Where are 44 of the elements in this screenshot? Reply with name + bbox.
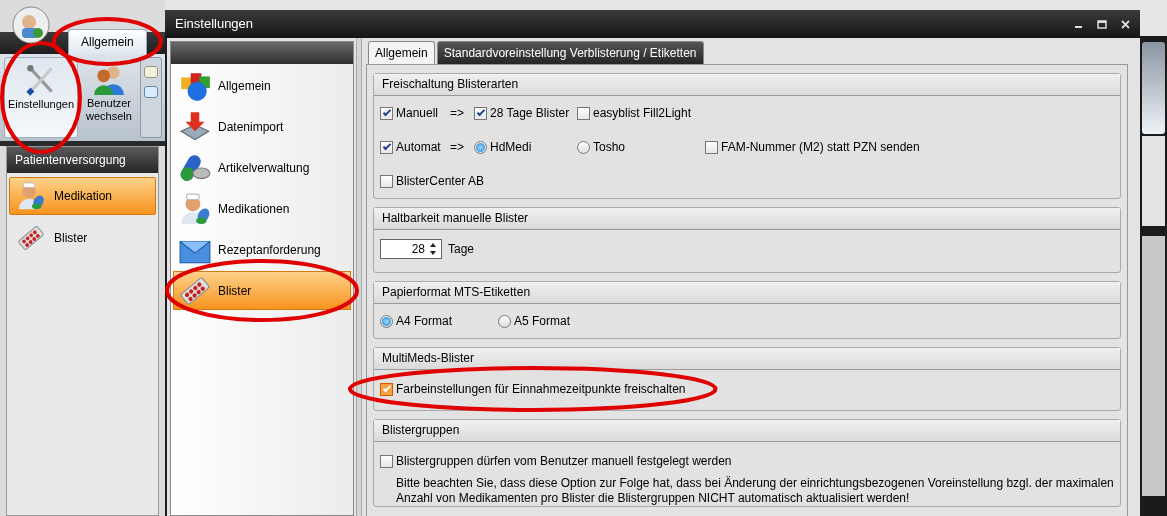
radio-button[interactable]: HdMedi xyxy=(474,138,532,156)
sidebar-item[interactable]: Blister xyxy=(9,219,156,257)
settings-nav-item[interactable]: Datenimport xyxy=(173,107,351,146)
app-logo-icon[interactable] xyxy=(12,6,50,44)
number-field[interactable]: 28 xyxy=(380,239,442,259)
settings-nav-item[interactable]: Blister xyxy=(173,271,351,310)
panel-title: Patientenversorgung xyxy=(7,147,158,173)
close-icon[interactable] xyxy=(1121,19,1130,29)
checkbox[interactable]: Manuell xyxy=(380,104,439,122)
checkbox[interactable]: BlisterCenter AB xyxy=(380,172,485,190)
tab[interactable]: Allgemein xyxy=(368,41,435,64)
group-title: Papierformat MTS-Etiketten xyxy=(374,282,1120,304)
group-title: MultiMeds-Blister xyxy=(374,348,1120,370)
checkbox[interactable]: 28 Tage Blister xyxy=(474,104,570,122)
ribbon-tab[interactable]: Allgemein xyxy=(68,29,147,54)
group-title: Blistergruppen xyxy=(374,420,1120,442)
ribbon-button[interactable]: Benutzer wechseln xyxy=(81,57,137,138)
checkbox[interactable]: Farbeinstellungen für Einnahmezeitpunkte freischalten xyxy=(380,380,686,398)
radio-button[interactable]: A4 Format xyxy=(380,312,452,330)
option-label: Tage xyxy=(448,241,475,258)
option-label: => xyxy=(450,105,464,122)
note-text: Bitte beachten Sie, dass diese Option zur Folge hat, dass bei Änderung der einrichtungsbezogenen Voreinstellung bzgl. der maximalen Anzahl von Medikamenten pro Blister die Blistergruppen NICHT automatisch aktualisiert werden! xyxy=(395,476,1114,506)
checkbox[interactable]: Automat xyxy=(380,138,441,156)
group-title: Freischaltung Blisterarten xyxy=(374,74,1120,96)
settings-nav-item[interactable]: Allgemein xyxy=(173,66,351,105)
checkbox[interactable]: Blistergruppen dürfen vom Benutzer manuell festgelegt werden xyxy=(380,452,732,470)
settings-nav-item[interactable]: Medikationen xyxy=(173,189,351,228)
radio-button[interactable]: A5 Format xyxy=(498,312,570,330)
radio-button[interactable]: Tosho xyxy=(577,138,626,156)
sidebar-item[interactable]: Medikation xyxy=(9,177,156,215)
checkbox[interactable]: easyblist Fill2Light xyxy=(577,104,692,122)
spinner-arrows-icon[interactable] xyxy=(428,241,438,257)
group-title: Haltbarkeit manuelle Blister xyxy=(374,208,1120,230)
ribbon-button[interactable]: Einstellungen xyxy=(4,57,78,138)
option-label: => xyxy=(450,139,464,156)
doctor-icon xyxy=(16,181,46,211)
settings-nav-item[interactable]: Artikelverwaltung xyxy=(173,148,351,187)
window-title: Einstellungen xyxy=(175,15,254,34)
doctor-icon xyxy=(178,191,212,226)
checkbox[interactable]: FAM-Nummer (M2) statt PZN senden xyxy=(705,138,920,156)
tab[interactable]: Standardvoreinstellung Verblisterung / Etiketten xyxy=(436,41,704,64)
settings-nav-item[interactable]: Rezeptanforderung xyxy=(173,230,351,269)
maximize-icon[interactable] xyxy=(1097,19,1107,29)
users-icon xyxy=(92,63,126,97)
